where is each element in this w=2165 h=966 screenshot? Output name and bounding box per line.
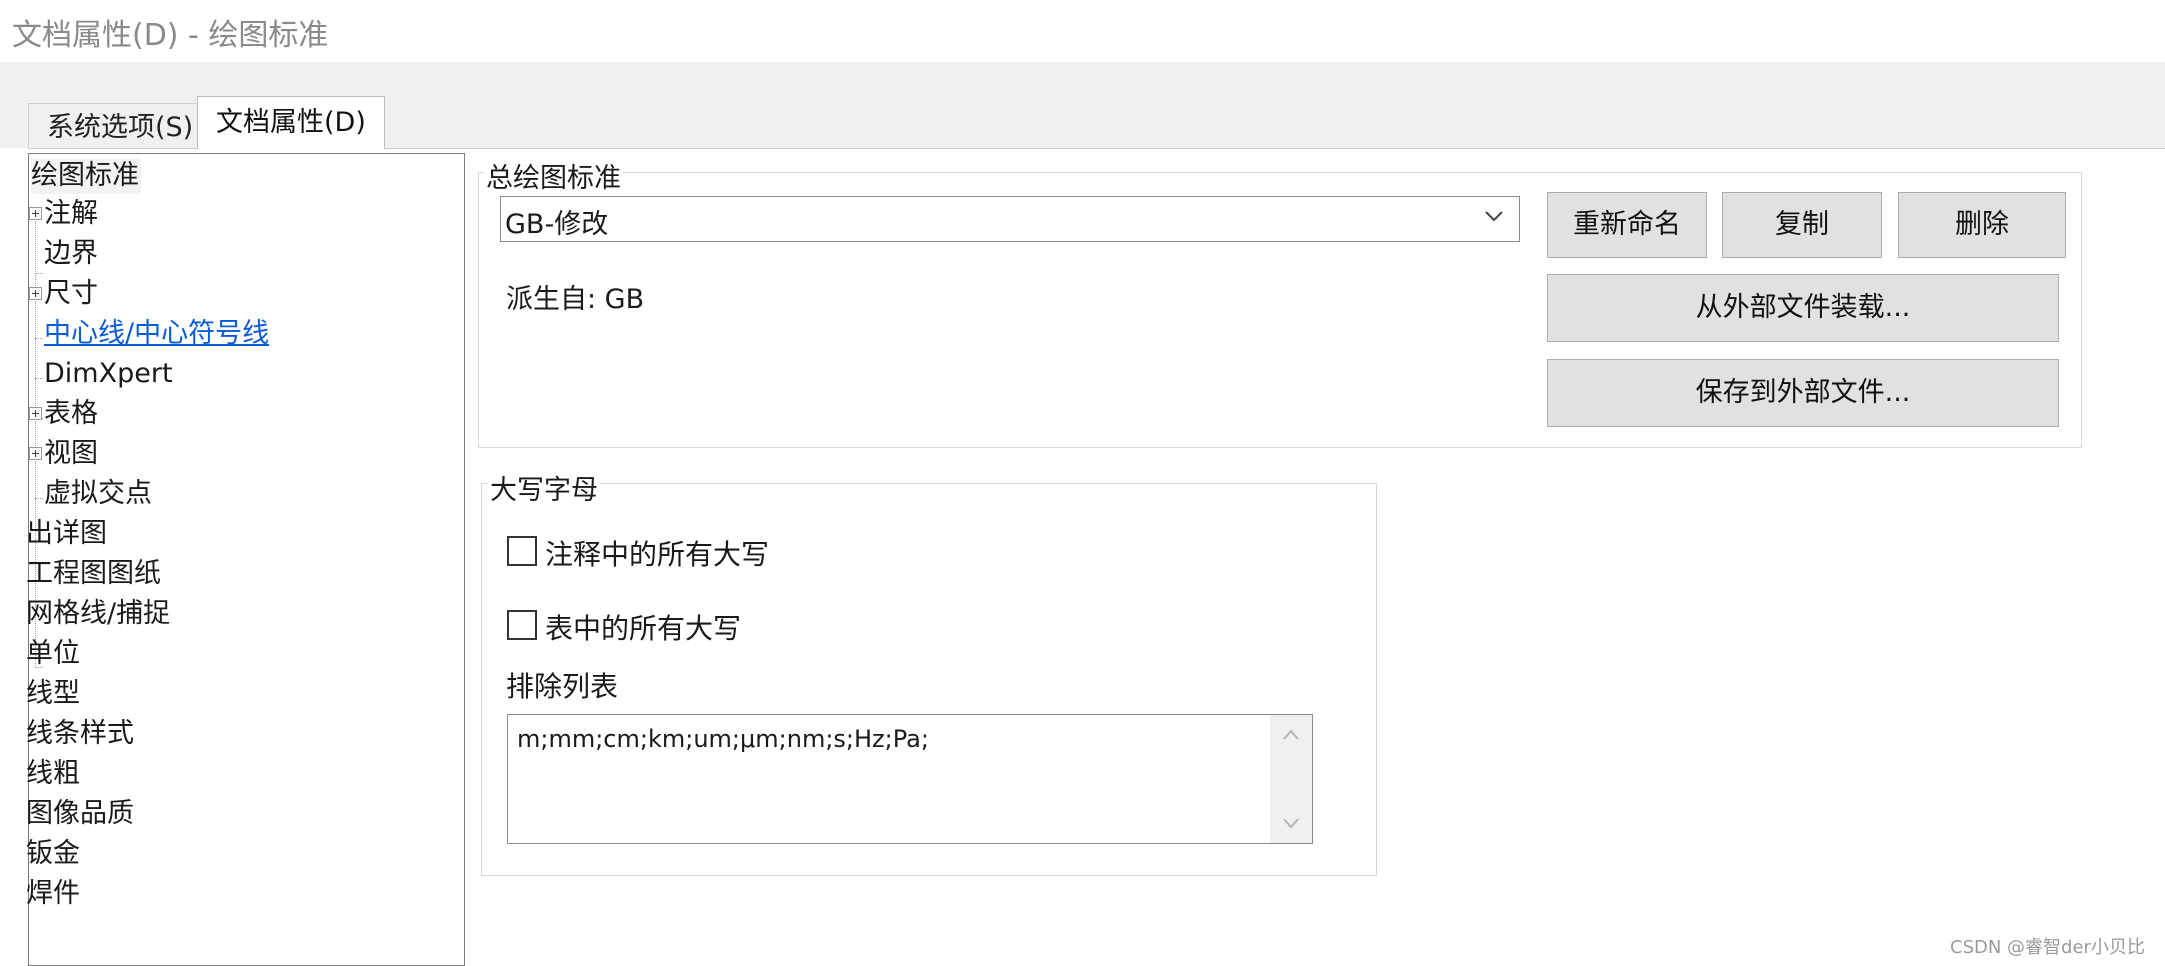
expand-icon[interactable] — [29, 207, 42, 220]
exclusion-list-label: 排除列表 — [506, 670, 619, 703]
tree-item-drawing-standard[interactable]: 绘图标准 — [31, 158, 141, 194]
save-external-button[interactable]: 保存到外部文件... — [1547, 359, 2059, 427]
tab-system-options[interactable]: 系统选项(S) — [28, 103, 213, 149]
standard-select-value: GB-修改 — [505, 209, 609, 240]
vertical-scrollbar[interactable] — [1270, 715, 1312, 843]
exclusion-list-textarea[interactable]: m;mm;cm;km;um;μm;nm;s;Hz;Pa; — [507, 714, 1313, 844]
scroll-down-icon[interactable] — [1281, 813, 1301, 833]
overall-standard-label: 总绘图标准 — [484, 156, 623, 195]
all-caps-tables-label[interactable]: 表中的所有大写 — [545, 607, 741, 647]
tree-item-dimensions[interactable]: 尺寸 — [44, 276, 98, 312]
tree-connector — [35, 338, 43, 339]
property-tree[interactable]: 绘图标准 注解 边界 尺寸 中心线/中心符号线 DimXpert 表格 视图 虚… — [26, 153, 465, 966]
tree-connector — [35, 498, 43, 499]
tree-item-units[interactable]: 单位 — [26, 636, 80, 672]
expand-icon[interactable] — [29, 447, 42, 460]
rename-button[interactable]: 重新命名 — [1547, 192, 1707, 258]
tree-connector — [35, 273, 43, 274]
tree-item-border[interactable]: 边界 — [44, 236, 98, 272]
chevron-down-icon — [1485, 211, 1503, 222]
tree-item-line-thickness[interactable]: 线粗 — [26, 756, 80, 792]
all-caps-tables-checkbox[interactable] — [507, 610, 537, 640]
derived-from-text: 派生自: GB — [506, 284, 645, 315]
tree-item-weldments[interactable]: 焊件 — [26, 876, 80, 912]
tree-item-views[interactable]: 视图 — [44, 436, 98, 472]
all-caps-notes-label[interactable]: 注释中的所有大写 — [545, 533, 769, 573]
tree-item-centerlines[interactable]: 中心线/中心符号线 — [44, 316, 269, 352]
tree-item-grid-snap[interactable]: 网格线/捕捉 — [26, 596, 170, 632]
copy-button[interactable]: 复制 — [1722, 192, 1882, 258]
expand-icon[interactable] — [29, 407, 42, 420]
delete-button[interactable]: 删除 — [1898, 192, 2066, 258]
expand-icon[interactable] — [29, 287, 42, 300]
tree-item-drawing-sheets[interactable]: 工程图图纸 — [26, 556, 161, 592]
tree-item-sheet-metal[interactable]: 钣金 — [26, 836, 80, 872]
tab-document-properties[interactable]: 文档属性(D) — [197, 96, 385, 149]
tree-item-line-font[interactable]: 线型 — [26, 676, 80, 712]
tree-item-image-quality[interactable]: 图像品质 — [26, 796, 134, 832]
title-bar: 文档属性(D) - 绘图标准 — [0, 0, 2165, 62]
tree-item-annotations[interactable]: 注解 — [44, 196, 98, 232]
scroll-up-icon[interactable] — [1281, 725, 1301, 745]
exclusion-list-value: m;mm;cm;km;um;μm;nm;s;Hz;Pa; — [517, 725, 929, 753]
tree-item-detailing[interactable]: 出详图 — [26, 516, 107, 552]
tree-item-virtual-sharps[interactable]: 虚拟交点 — [44, 476, 152, 512]
uppercase-label: 大写字母 — [488, 468, 600, 507]
window-title: 文档属性(D) - 绘图标准 — [12, 18, 329, 53]
all-caps-notes-checkbox[interactable] — [507, 536, 537, 566]
tree-item-dimxpert[interactable]: DimXpert — [44, 356, 173, 392]
watermark: CSDN @睿智der小贝比 — [1950, 937, 2145, 958]
tree-item-tables[interactable]: 表格 — [44, 396, 98, 432]
standard-select[interactable]: GB-修改 — [500, 196, 1520, 242]
tree-connector — [35, 378, 43, 379]
load-external-button[interactable]: 从外部文件装载... — [1547, 274, 2059, 342]
tree-item-line-style[interactable]: 线条样式 — [26, 716, 134, 752]
